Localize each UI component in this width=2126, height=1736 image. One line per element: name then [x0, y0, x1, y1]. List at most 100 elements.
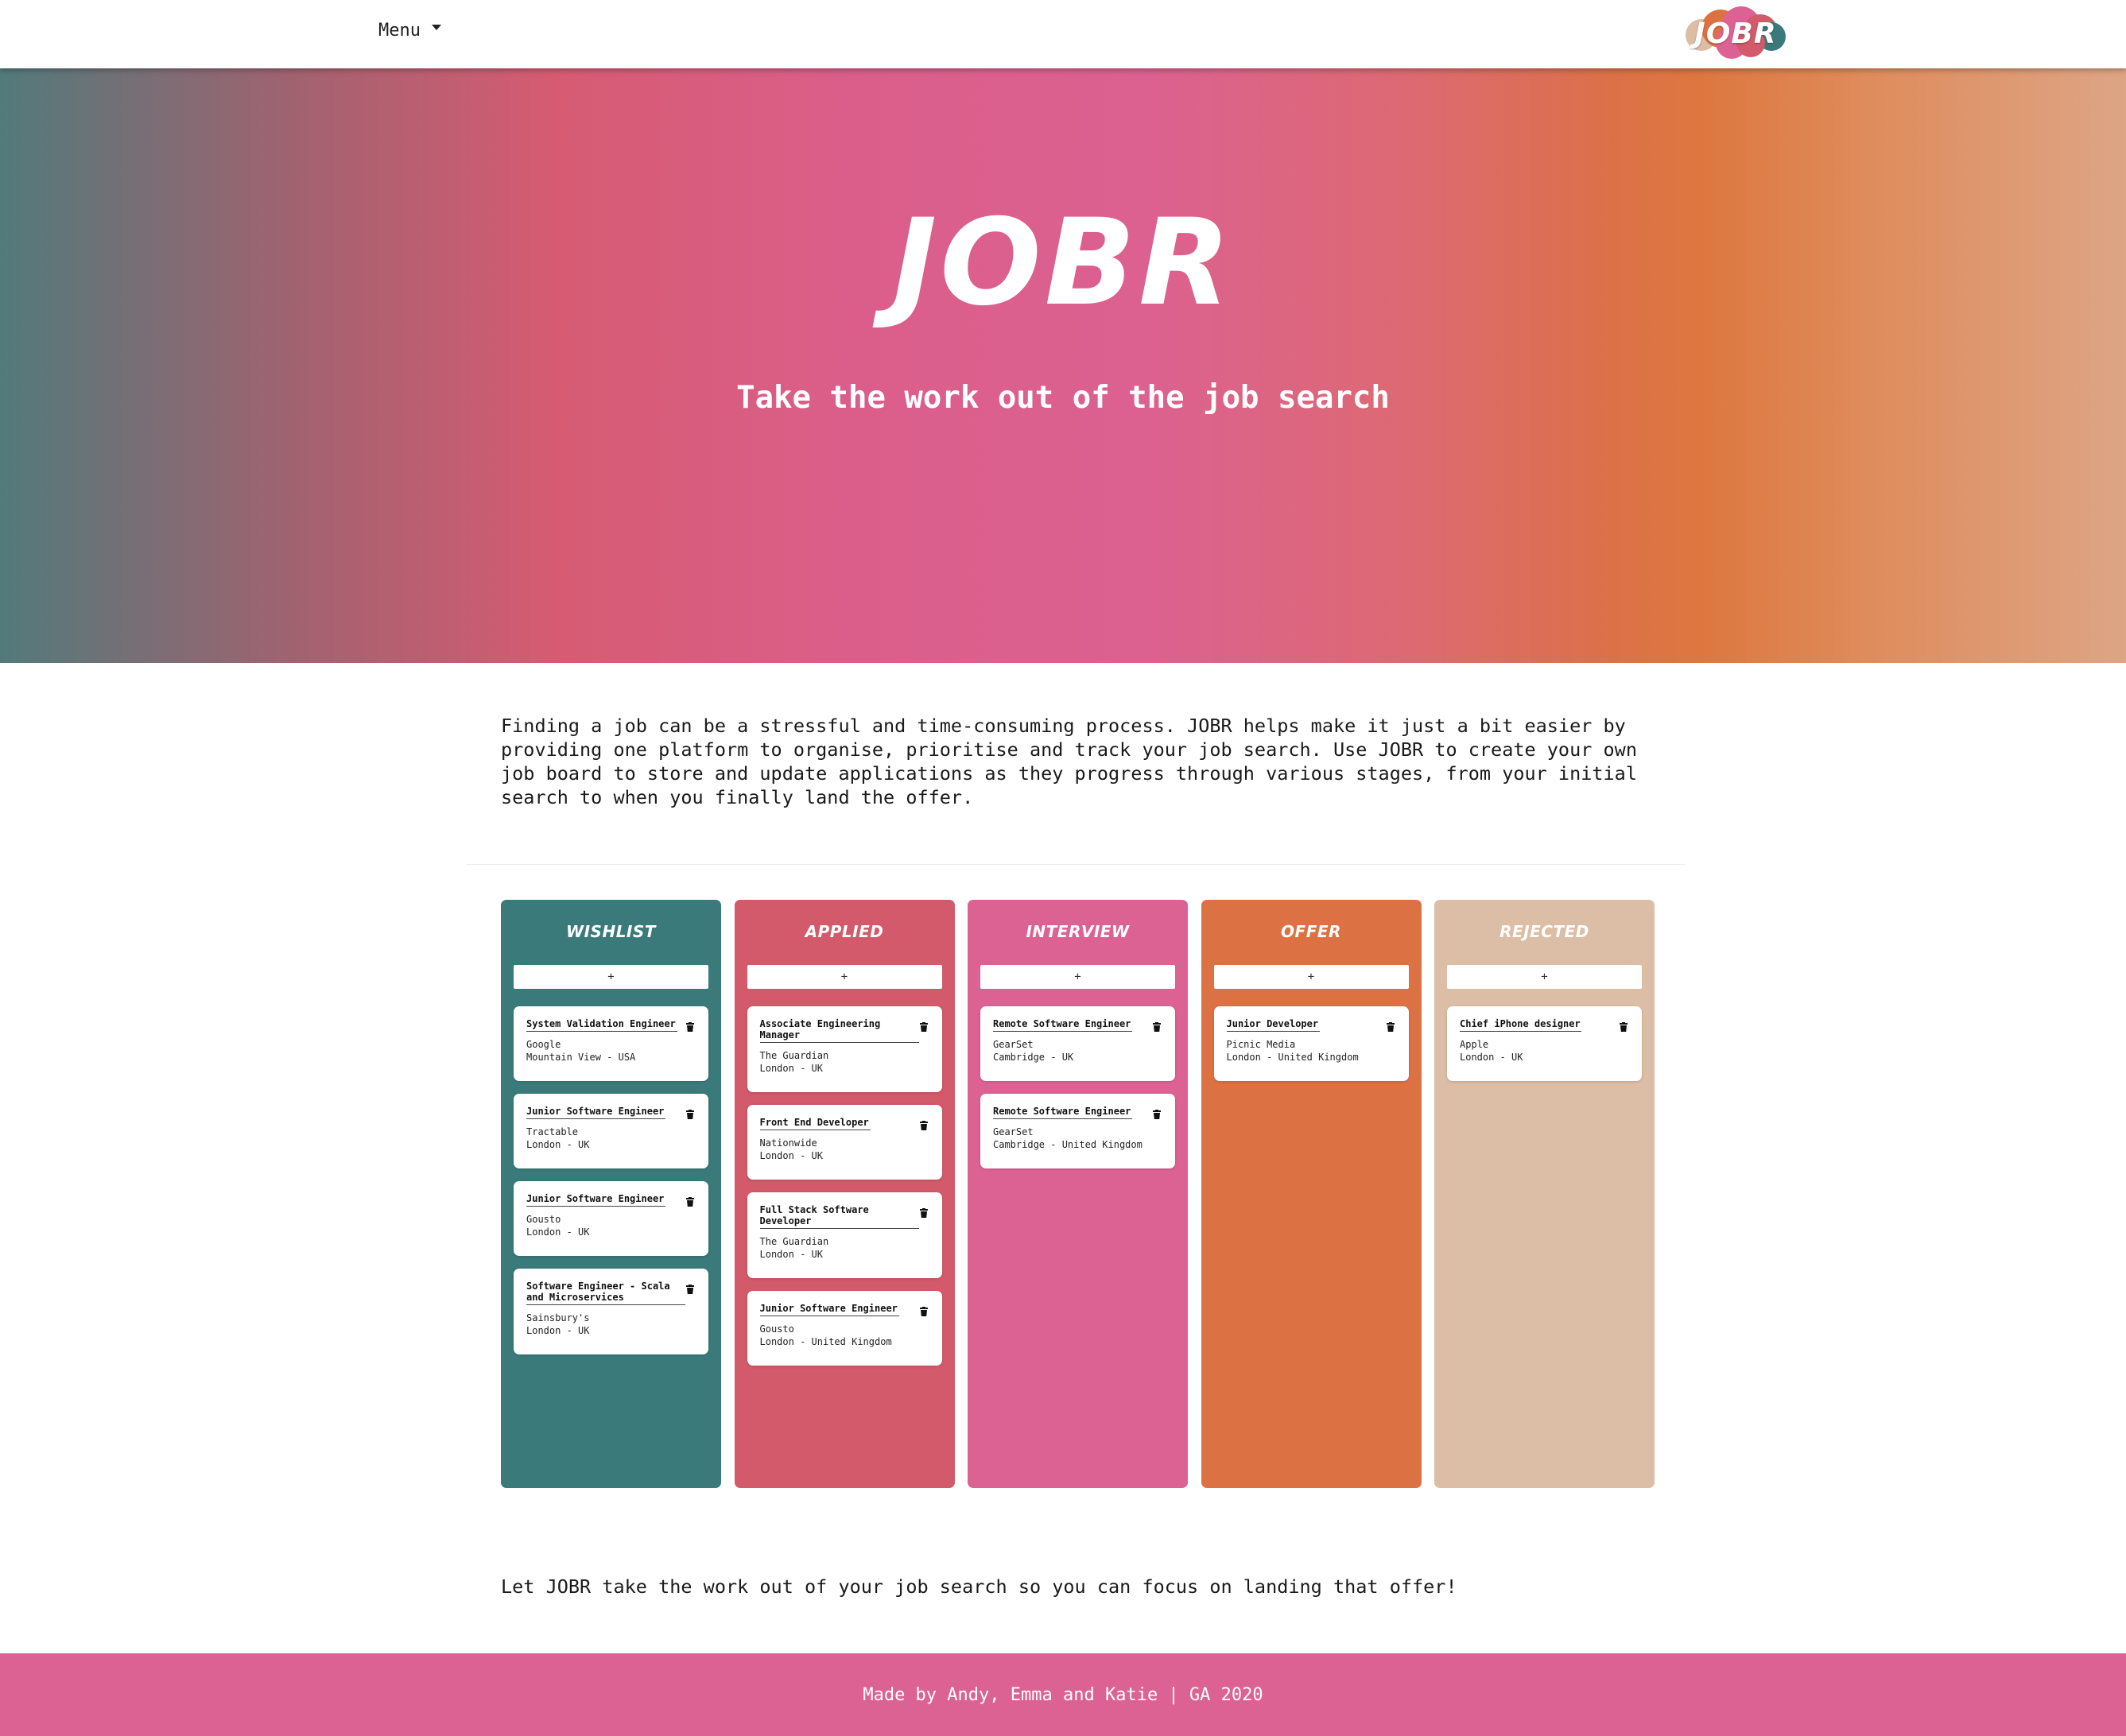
job-card[interactable]: Junior Software Engineer Gousto London - U…: [747, 1291, 942, 1366]
job-card[interactable]: Remote Software Engineer GearSet Cambridge…: [980, 1006, 1175, 1081]
job-company: The Guardian: [759, 1050, 829, 1061]
trash-icon[interactable]: [1153, 1110, 1161, 1119]
job-card[interactable]: Associate Engineering Manager The Guardia…: [747, 1006, 942, 1092]
job-title-underline: [526, 1118, 665, 1119]
trash-icon[interactable]: [1620, 1022, 1627, 1032]
job-company: Nationwide: [759, 1137, 817, 1149]
column-title: REJECTED: [1499, 922, 1589, 941]
job-location: Mountain View - USA: [526, 1052, 636, 1063]
hero-subtitle: Take the work out of the job search: [736, 380, 1390, 416]
add-job-button[interactable]: +: [1213, 965, 1409, 989]
job-title-underline: [1460, 1031, 1581, 1032]
job-company: GearSet: [993, 1039, 1034, 1050]
column-rejected: REJECTED + Chief iPhone designer Apple Londo…: [1434, 900, 1655, 1488]
job-company: Tractable: [526, 1126, 579, 1137]
job-title: System Validation Engineer: [526, 1018, 676, 1029]
job-company: Gousto: [526, 1214, 561, 1225]
job-title: Remote Software Engineer: [993, 1018, 1131, 1029]
job-title: Front End Developer: [759, 1117, 869, 1128]
job-title-underline: [993, 1031, 1132, 1032]
job-company: Picnic Media: [1226, 1039, 1296, 1050]
add-job-button[interactable]: +: [980, 965, 1175, 989]
hero-banner: JOBR Take the work out of the job search: [0, 68, 2126, 663]
job-title-underline: [526, 1304, 685, 1305]
hero-title: JOBR: [892, 194, 1234, 332]
job-company: Gousto: [759, 1323, 794, 1335]
job-company: Sainsbury's: [526, 1312, 590, 1323]
logo-text: JOBR: [1694, 17, 1777, 50]
job-title-underline: [1226, 1031, 1320, 1032]
menu-label: Menu: [378, 21, 421, 41]
job-company: Google: [526, 1039, 561, 1050]
job-title-underline: [759, 1042, 919, 1043]
job-card[interactable]: System Validation Engineer Google Mountain…: [514, 1006, 708, 1081]
job-card[interactable]: Software Engineer - Scala and Microservi…: [514, 1269, 708, 1354]
job-location: London - UK: [759, 1063, 823, 1074]
job-location: London - UK: [526, 1226, 590, 1238]
trash-icon[interactable]: [919, 1307, 928, 1316]
job-title-underline: [526, 1031, 677, 1032]
column-offer: OFFER + Junior Developer Picnic Media London…: [1201, 900, 1422, 1488]
job-title: Software Engineer - Scala and Microservi…: [526, 1281, 670, 1303]
trash-icon[interactable]: [686, 1022, 694, 1032]
column-title: WISHLIST: [566, 922, 656, 941]
logo[interactable]: JOBR: [1684, 5, 1787, 62]
trash-icon[interactable]: [686, 1110, 694, 1119]
trash-icon[interactable]: [1386, 1022, 1395, 1032]
job-location: Cambridge - UK: [993, 1052, 1074, 1063]
column-title: INTERVIEW: [1026, 922, 1130, 941]
job-location: London - UK: [526, 1139, 590, 1150]
column-interview: INTERVIEW + Remote Software Engineer GearSe…: [968, 900, 1188, 1488]
column-title: OFFER: [1281, 922, 1341, 941]
job-title: Junior Software Engineer: [759, 1303, 898, 1314]
job-card[interactable]: Junior Software Engineer Gousto London - U…: [514, 1181, 708, 1256]
job-card[interactable]: Remote Software Engineer GearSet Cambridge…: [980, 1094, 1175, 1168]
navbar: Menu JOBR: [0, 0, 2126, 68]
footer: Made by Andy, Emma and Katie | GA 2020: [0, 1653, 2126, 1736]
column-title: APPLIED: [805, 922, 884, 941]
intro-paragraph: Finding a job can be a stressful and tim…: [501, 715, 1637, 808]
trash-icon[interactable]: [686, 1285, 694, 1294]
footer-text: Made by Andy, Emma and Katie | GA 2020: [863, 1685, 1263, 1705]
job-title-underline: [526, 1206, 665, 1207]
job-board: WISHLIST + System Validation Engineer Googl…: [501, 900, 1655, 1488]
column-wishlist: WISHLIST + System Validation Engineer Googl…: [501, 900, 721, 1488]
job-title: Junior Software Engineer: [526, 1193, 665, 1204]
job-title: Associate Engineering Manager: [759, 1018, 881, 1040]
job-card[interactable]: Junior Software Engineer Tractable London …: [514, 1094, 708, 1168]
job-title: Full Stack Software Developer: [759, 1204, 869, 1226]
add-job-button[interactable]: +: [1447, 965, 1642, 989]
job-title-underline: [993, 1118, 1132, 1119]
job-location: Cambridge - United Kingdom: [993, 1139, 1143, 1150]
caret-down-icon: [431, 25, 441, 30]
job-title-underline: [759, 1228, 919, 1229]
add-job-button[interactable]: +: [514, 965, 708, 989]
job-card[interactable]: Chief iPhone designer Apple London - UK: [1447, 1006, 1642, 1081]
trash-icon[interactable]: [1153, 1022, 1161, 1032]
trash-icon[interactable]: [919, 1208, 928, 1218]
add-job-button[interactable]: +: [747, 965, 942, 989]
job-location: London - United Kingdom: [759, 1336, 892, 1347]
job-location: London - UK: [526, 1325, 590, 1336]
job-company: GearSet: [993, 1126, 1034, 1137]
job-card[interactable]: Front End Developer Nationwide London - UK: [747, 1105, 942, 1180]
job-title: Chief iPhone designer: [1460, 1018, 1581, 1029]
job-location: London - United Kingdom: [1226, 1052, 1359, 1063]
trash-icon[interactable]: [686, 1197, 694, 1207]
job-card[interactable]: Junior Developer Picnic Media London - Uni…: [1213, 1006, 1409, 1081]
job-location: London - UK: [759, 1249, 823, 1260]
outro-paragraph: Let JOBR take the work out of your job s…: [501, 1575, 1457, 1598]
menu-dropdown-button[interactable]: Menu: [378, 21, 441, 41]
job-location: London - UK: [759, 1150, 823, 1161]
job-company: The Guardian: [759, 1236, 829, 1247]
job-company: Apple: [1460, 1039, 1489, 1050]
job-title: Junior Software Engineer: [526, 1106, 665, 1117]
job-title: Remote Software Engineer: [993, 1106, 1131, 1117]
job-card[interactable]: Full Stack Software Developer The Guardia…: [747, 1192, 942, 1278]
section-divider: [466, 864, 1686, 865]
trash-icon[interactable]: [919, 1022, 928, 1032]
trash-icon[interactable]: [919, 1121, 928, 1130]
job-title: Junior Developer: [1226, 1018, 1319, 1029]
column-applied: APPLIED + Associate Engineering Manager The…: [734, 900, 955, 1488]
job-location: London - UK: [1460, 1052, 1523, 1063]
